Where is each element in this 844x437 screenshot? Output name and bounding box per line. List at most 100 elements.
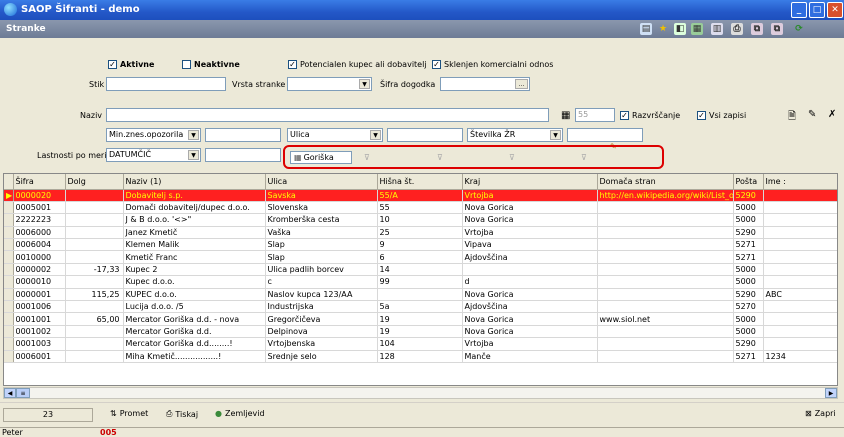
column-header[interactable]: Šifra	[13, 174, 66, 190]
table-row[interactable]: 0000010 Kupec d.o.o. c 99 d 5000	[4, 275, 837, 289]
excel-icon[interactable]: ▦	[691, 23, 703, 35]
table-cell[interactable]: Lucija d.o.o. /5	[123, 300, 266, 314]
table-cell[interactable]	[763, 189, 837, 202]
table-cell[interactable]: 5290	[733, 226, 764, 240]
table-cell[interactable]: 25	[377, 226, 463, 240]
table-cell[interactable]: 0001002	[13, 325, 66, 339]
table-cell[interactable]: 5000	[733, 325, 764, 339]
maximize-button[interactable]: □	[809, 2, 825, 18]
table-cell[interactable]: Slap	[265, 238, 378, 252]
paste-icon[interactable]: ⧉	[771, 23, 783, 35]
table-cell[interactable]: Nova Gorica	[462, 312, 598, 326]
stik-input[interactable]	[106, 77, 226, 91]
table-cell[interactable]	[65, 325, 124, 339]
table-cell[interactable]	[65, 226, 124, 240]
aktivne-checkbox[interactable]: ✓ Aktivne	[108, 60, 154, 69]
min-znes-select[interactable]: Min.znes.opozorila ▼	[106, 128, 201, 142]
table-cell[interactable]: 14	[377, 263, 463, 277]
table-row[interactable]: 0000001 115,25 KUPEC d.o.o. Naslov kupca 12…	[4, 288, 837, 302]
table-cell[interactable]	[763, 250, 837, 264]
table-cell[interactable]: 5a	[377, 300, 463, 314]
table-cell[interactable]	[377, 288, 463, 302]
table-cell[interactable]: Kupec d.o.o.	[123, 275, 266, 289]
table-cell[interactable]: Vrtojbenska	[265, 337, 378, 351]
quick-filter-empty-1[interactable]: ⊽	[364, 151, 370, 164]
table-row[interactable]: 0000002 -17,33 Kupec 2 Ulica padlih borcev 1…	[4, 263, 837, 277]
table-cell[interactable]: 5270	[733, 300, 764, 314]
table-cell[interactable]: Kupec 2	[123, 263, 266, 277]
table-cell[interactable]: 0005001	[13, 201, 66, 215]
minimize-button[interactable]: _	[791, 2, 807, 18]
table-cell[interactable]: Industrijska	[265, 300, 378, 314]
table-cell[interactable]	[763, 337, 837, 351]
table-cell[interactable]: Vaška	[265, 226, 378, 240]
vsi-zapisi-checkbox[interactable]: ✓ Vsi zapisi	[697, 111, 746, 120]
column-header[interactable]: Pošta	[733, 174, 764, 190]
table-row[interactable]: 0001001 65,00 Mercator Goriška d.d. - nova…	[4, 312, 837, 326]
razvrscanje-checkbox[interactable]: ✓ Razvrščanje	[620, 111, 680, 120]
table-cell[interactable]: 65,00	[65, 312, 124, 326]
zapri-button[interactable]: ⊠ Zapri	[805, 409, 836, 418]
table-cell[interactable]: 55/A	[377, 189, 463, 202]
table-cell[interactable]: 0001001	[13, 312, 66, 326]
promet-button[interactable]: ⇅ Promet	[110, 409, 148, 418]
table-cell[interactable]	[597, 213, 734, 227]
count-spinner[interactable]: 55	[575, 108, 615, 122]
close-button[interactable]: ✕	[827, 2, 843, 18]
search-grid-icon[interactable]: ▦	[561, 110, 570, 121]
table-cell[interactable]: 0006004	[13, 238, 66, 252]
scroll-thumb[interactable]: ≡	[16, 388, 30, 398]
table-row[interactable]: 0006000 Janez Kmetič Vaška 25 Vrtojba 5290	[4, 226, 837, 240]
edit-record-icon[interactable]: ✎	[808, 109, 816, 120]
table-cell[interactable]: 5000	[733, 263, 764, 277]
quick-filter-empty-2[interactable]: ⊽	[437, 151, 443, 164]
table-cell[interactable]: Mercator Goriška d.d.	[123, 325, 266, 339]
column-header[interactable]: Ime :	[763, 174, 837, 190]
table-cell[interactable]: 5290	[733, 189, 764, 202]
table-row[interactable]: 0010000 Kmetič Franc Slap 6 Ajdovščina 5271	[4, 250, 837, 264]
quick-filter-goriska[interactable]: ▦ Goriška	[290, 151, 352, 164]
table-cell[interactable]: 2222223	[13, 213, 66, 227]
table-cell[interactable]: Nova Gorica	[462, 325, 598, 339]
table-cell[interactable]: 19	[377, 325, 463, 339]
table-cell[interactable]	[65, 300, 124, 314]
column-header[interactable]: Kraj	[462, 174, 598, 190]
table-cell[interactable]: 6	[377, 250, 463, 264]
table-cell[interactable]	[597, 238, 734, 252]
table-cell[interactable]: Janez Kmetič	[123, 226, 266, 240]
table-cell[interactable]	[763, 312, 837, 326]
tiskaj-button[interactable]: ⎙ Tiskaj	[166, 409, 198, 419]
table-cell[interactable]: Gregorčičeva	[265, 312, 378, 326]
table-cell[interactable]: 104	[377, 337, 463, 351]
table-row[interactable]: 2222223 J & B d.o.o. '<>" Kromberška cesta…	[4, 213, 837, 227]
table-cell[interactable]: Ulica padlih borcev	[265, 263, 378, 277]
table-cell[interactable]: Slap	[265, 250, 378, 264]
table-cell[interactable]: 5000	[733, 213, 764, 227]
ulica-input[interactable]	[387, 128, 463, 142]
table-cell[interactable]	[597, 288, 734, 302]
table-row[interactable]: 0006004 Klemen Malik Slap 9 Vipava 5271	[4, 238, 837, 252]
export-icon[interactable]: ◧	[674, 23, 686, 35]
table-cell[interactable]: Ajdovščina	[462, 250, 598, 264]
ulica-select[interactable]: Ulica ▼	[287, 128, 383, 142]
table-cell[interactable]: 0010000	[13, 250, 66, 264]
table-cell[interactable]: 0001006	[13, 300, 66, 314]
column-header[interactable]: Dolg	[65, 174, 124, 190]
table-cell[interactable]	[763, 300, 837, 314]
table-cell[interactable]: 0006000	[13, 226, 66, 240]
table-cell[interactable]: 0001003	[13, 337, 66, 351]
scroll-left-icon[interactable]: ◀	[4, 388, 16, 398]
table-cell[interactable]: http://en.wikipedia.org/wiki/List_of	[597, 189, 734, 202]
table-cell[interactable]	[763, 213, 837, 227]
table-cell[interactable]: Manče	[462, 350, 598, 363]
naziv-input[interactable]	[106, 108, 549, 122]
table-row[interactable]: 0006001 Miha Kmetič.................! Sred…	[4, 350, 837, 363]
table-cell[interactable]: 5000	[733, 275, 764, 289]
table-cell[interactable]	[65, 213, 124, 227]
table-cell[interactable]: d	[462, 275, 598, 289]
delete-record-icon[interactable]: ✗	[828, 109, 836, 120]
table-cell[interactable]: Mercator Goriška d.d........!	[123, 337, 266, 351]
table-cell[interactable]: 9	[377, 238, 463, 252]
table-cell[interactable]: Miha Kmetič.................!	[123, 350, 266, 363]
potencialen-checkbox[interactable]: ✓ Potencialen kupec ali dobavitelj	[288, 60, 427, 69]
